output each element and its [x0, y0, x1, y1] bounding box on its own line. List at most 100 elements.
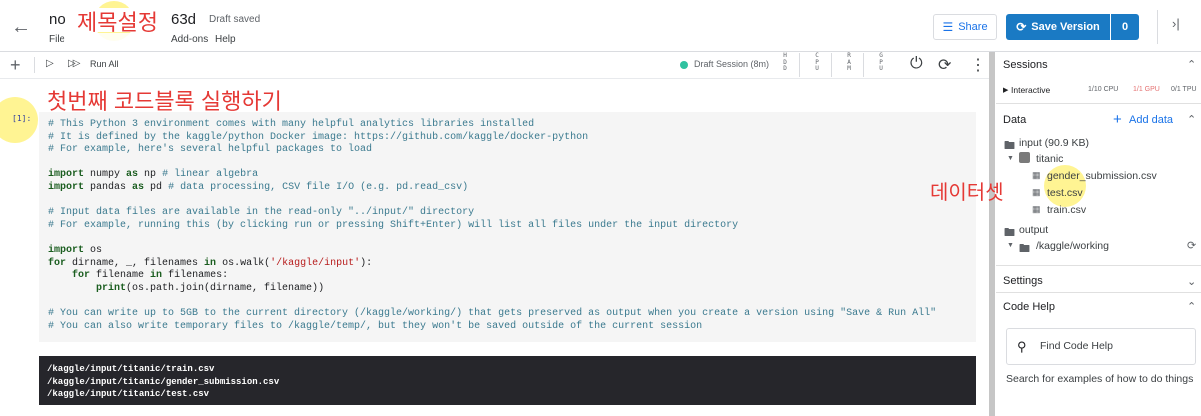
cpu-usage: 1/10 CPU [1088, 86, 1119, 93]
code-token: filenames: [168, 270, 229, 282]
code-token: # You can also write temporary files to … [48, 320, 703, 332]
share-button[interactable]: ☰ Share [933, 14, 997, 40]
output-text: /kaggle/input/titanic/train.csv/kaggle/i… [47, 363, 279, 401]
session-status-dot [680, 61, 688, 69]
save-icon: ⟳ [1016, 20, 1027, 34]
caret-down-icon[interactable]: ▼ [1007, 155, 1014, 162]
code-editor[interactable]: # This Python 3 environment comes with m… [48, 119, 936, 333]
code-token: (os.path.join(dirname, filename)) [126, 282, 325, 294]
search-icon: ⚲ [1017, 339, 1027, 354]
code-token: # For example, here's several helpful pa… [48, 144, 373, 156]
code-token: for [48, 257, 73, 269]
share-label: Share [958, 21, 988, 33]
power-icon[interactable]: ⏻ [910, 55, 923, 73]
file-train[interactable]: train.csv [1047, 204, 1086, 216]
more-options-icon[interactable]: ⋮ [970, 55, 986, 75]
code-token: # You can write up to 5GB to the current… [48, 307, 937, 319]
code-token: in [150, 270, 169, 282]
folder-icon: 🖿 [1004, 140, 1015, 152]
code-token: os.walk( [222, 257, 271, 269]
data-annotation: 데이터셋 [930, 182, 1004, 204]
code-token: import [48, 169, 91, 181]
caret-right-icon[interactable]: ▶ [1003, 86, 1008, 94]
file-test[interactable]: test.csv [1047, 187, 1083, 199]
run-all-button[interactable]: Run All [90, 59, 119, 69]
code-help-title[interactable]: Code Help [1003, 301, 1055, 313]
scrollbar-thumb[interactable] [989, 52, 995, 416]
refresh-icon[interactable]: ⟳ [1187, 239, 1196, 252]
menu-add-ons[interactable]: Add-ons [171, 34, 208, 45]
working-folder[interactable]: /kaggle/working [1036, 240, 1109, 252]
code-token: np [144, 169, 163, 181]
settings-title[interactable]: Settings [1003, 275, 1043, 287]
code-line: # You can also write temporary files to … [48, 321, 936, 334]
code-token: import [48, 181, 91, 193]
save-version-button[interactable]: ⟳ Save Version [1006, 14, 1110, 40]
menu-help[interactable]: Help [215, 34, 236, 45]
collapse-panel-icon[interactable]: ›| [1172, 16, 1180, 31]
chevron-up-icon[interactable]: ⌃ [1187, 113, 1196, 126]
table-icon: ▦ [1032, 187, 1041, 197]
input-folder[interactable]: input (90.9 KB) [1019, 137, 1089, 149]
draft-status: Draft saved [209, 14, 261, 25]
file-gender-submission[interactable]: gender_submission.csv [1047, 170, 1157, 182]
save-version-label: Save Version [1031, 21, 1100, 33]
code-token: # This Python 3 environment comes with m… [48, 119, 535, 130]
gpu-usage: 1/1 GPU [1133, 86, 1160, 93]
code-token: numpy [90, 169, 127, 181]
save-version-count[interactable]: 0 [1111, 14, 1139, 40]
sessions-title[interactable]: Sessions [1003, 59, 1048, 71]
dataset-titanic[interactable]: titanic [1036, 153, 1063, 165]
menu-file[interactable]: File [49, 34, 65, 45]
chevron-up-icon[interactable]: ⌃ [1187, 300, 1196, 313]
output-line: /kaggle/input/titanic/gender_submission.… [47, 376, 280, 387]
run-cell-icon[interactable]: ▷ [46, 58, 54, 69]
panel-divider [996, 103, 1201, 104]
data-title[interactable]: Data [1003, 114, 1026, 126]
folder-icon: 🖿 [1004, 227, 1015, 239]
chevron-down-icon[interactable]: ⌃ [1187, 274, 1196, 287]
table-icon: ▦ [1032, 170, 1041, 180]
back-arrow-icon[interactable]: ← [10, 14, 32, 40]
output-folder[interactable]: output [1019, 224, 1048, 236]
folder-icon: 🖿 [1019, 243, 1030, 255]
notebook-title-end[interactable]: 63d [171, 11, 196, 28]
interactive-label[interactable]: Interactive [1011, 85, 1050, 95]
panel-divider [996, 292, 1201, 293]
plus-icon[interactable]: + [1113, 111, 1122, 128]
header-divider [1157, 10, 1158, 44]
code-token: dirname, _, filenames [72, 257, 205, 269]
ram-meter: RAM [847, 52, 851, 72]
code-token: # Input data files are available in the … [48, 207, 475, 219]
code-line: for dirname, _, filenames in os.walk('/k… [48, 258, 936, 271]
code-line: # It is defined by the kaggle/python Doc… [48, 132, 936, 145]
notebook-title-start[interactable]: no [49, 11, 66, 28]
code-line: import os [48, 245, 936, 258]
chevron-up-icon[interactable]: ⌃ [1187, 58, 1196, 71]
panel-divider [996, 265, 1201, 266]
run-all-icon[interactable]: ▷▷ [68, 58, 81, 69]
caret-down-icon[interactable]: ▼ [1007, 242, 1014, 249]
code-token: pd [150, 181, 169, 193]
session-label[interactable]: Draft Session (8m) [694, 59, 769, 69]
toolbar-border [0, 78, 990, 79]
gpu-meter: GPU [879, 52, 883, 72]
code-token: for [72, 270, 97, 282]
dataset-icon [1019, 152, 1030, 163]
tpu-usage: 0/1 TPU [1171, 86, 1197, 93]
code-line: # Input data files are available in the … [48, 207, 936, 220]
menu-mask [64, 33, 168, 45]
code-line: # You can write up to 5GB to the current… [48, 308, 936, 321]
code-line: # This Python 3 environment comes with m… [48, 119, 936, 132]
add-data-button[interactable]: Add data [1129, 114, 1173, 126]
code-line: # For example, running this (by clicking… [48, 220, 936, 233]
code-token: # For example, running this (by clicking… [48, 219, 739, 231]
output-line: /kaggle/input/titanic/test.csv [47, 389, 210, 400]
code-token: as [126, 169, 145, 181]
add-cell-icon[interactable]: + [10, 55, 21, 76]
restart-icon[interactable]: ⟳ [938, 55, 951, 75]
